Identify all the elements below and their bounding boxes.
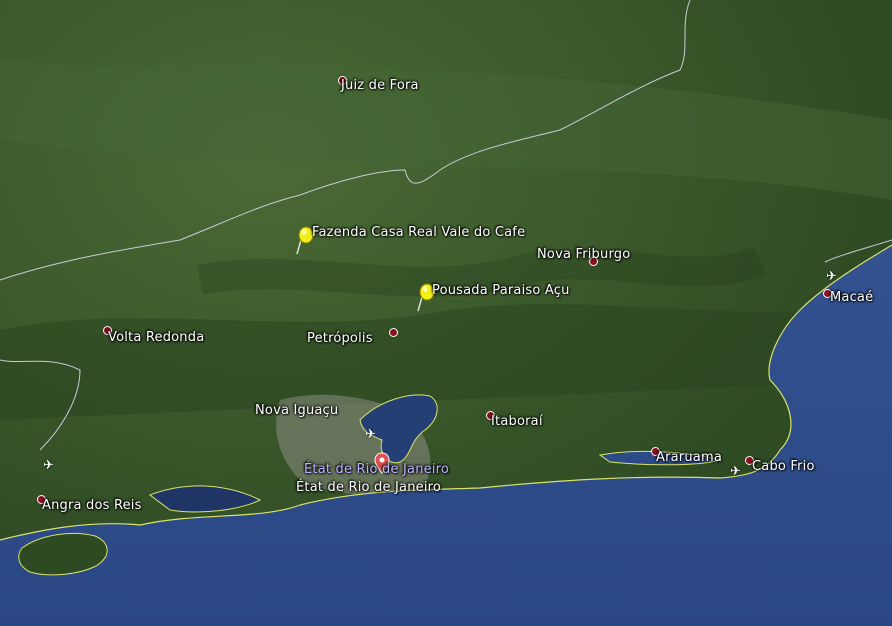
satellite-imagery [0,0,892,626]
place-label[interactable]: Petrópolis [307,331,373,346]
place-label[interactable]: Fazenda Casa Real Vale do Cafe [312,225,525,240]
airplane-icon: ✈ [365,427,376,442]
search-result-label[interactable]: État de Rio de Janeiro [304,462,449,477]
place-label[interactable]: Nova Iguaçu [255,403,338,418]
map-view[interactable]: ✈ ✈ ✈ ✈ Juiz de Fora Fazenda Casa Real V… [0,0,892,626]
place-label[interactable]: Itaboraí [491,414,543,429]
place-label[interactable]: Macaé [830,290,873,305]
place-label[interactable]: Araruama [656,450,722,465]
place-label[interactable]: Pousada Paraiso Açu [432,283,570,298]
place-label[interactable]: Cabo Frio [752,459,815,474]
airplane-icon: ✈ [43,458,54,473]
region-label[interactable]: État de Rio de Janeiro [296,480,441,495]
airplane-icon: ✈ [730,464,741,479]
airplane-icon: ✈ [826,269,837,284]
place-label[interactable]: Juiz de Fora [341,78,419,93]
place-label[interactable]: Angra dos Reis [42,498,142,513]
place-label[interactable]: Nova Friburgo [537,247,630,262]
petropolis-marker[interactable] [389,328,398,337]
place-label[interactable]: Volta Redonda [108,330,204,345]
